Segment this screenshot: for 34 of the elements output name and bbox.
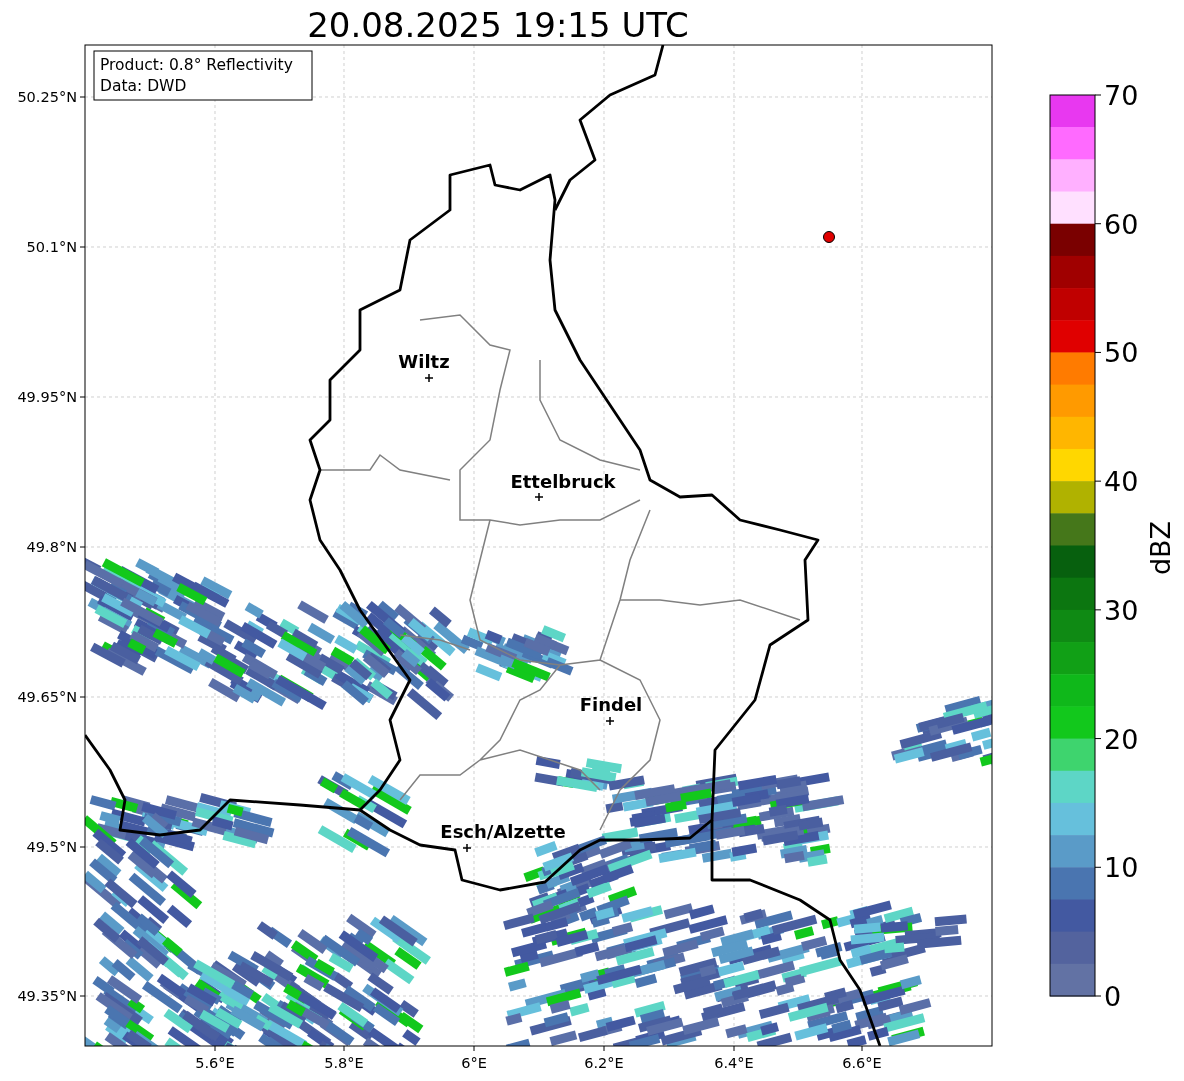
colorbar-tick-label: 0	[1104, 981, 1122, 1012]
axis-tick-label: 49.8°N	[26, 539, 77, 555]
city-marker-icon	[462, 843, 472, 853]
axis-tick-label: 6.6°E	[842, 1055, 882, 1071]
chart-title: 20.08.2025 19:15 UTC	[307, 5, 689, 45]
axis-tick-label: 6.2°E	[584, 1055, 624, 1071]
city-label: Findel	[579, 694, 643, 715]
axis-tick-label: 49.95°N	[17, 389, 77, 405]
city-marker-icon	[605, 716, 615, 726]
info-text: Data: DWD	[100, 77, 187, 95]
axis-tick-label: 5.8°E	[324, 1055, 364, 1071]
colorbar-tick-label: 50	[1104, 337, 1139, 369]
city-marker-icon	[424, 373, 434, 383]
city-label: Wiltz	[398, 351, 450, 372]
colorbar-tick-label: 10	[1104, 852, 1139, 884]
axis-tick-label: 6.4°E	[714, 1055, 754, 1071]
colorbar-tick-label: 40	[1104, 466, 1139, 498]
colorbar-label: dBZ	[1145, 520, 1176, 576]
axis-tick-label: 49.35°N	[17, 988, 77, 1004]
axis-tick-label: 5.6°E	[195, 1055, 235, 1071]
axis-tick-label: 49.5°N	[26, 839, 77, 855]
axis-tick-label: 50.25°N	[17, 89, 77, 105]
axis-tick-label: 6°E	[461, 1055, 487, 1071]
colorbar-tick-label: 20	[1104, 723, 1139, 755]
axis-tick-label: 49.65°N	[17, 689, 77, 705]
city-label: Ettelbruck	[510, 471, 616, 492]
info-text: Product: 0.8° Reflectivity	[100, 56, 293, 74]
axis-tick-label: 50.1°N	[26, 239, 77, 255]
location-marker	[823, 231, 835, 243]
city-marker-icon	[534, 492, 544, 502]
colorbar-tick-label: 60	[1104, 208, 1139, 240]
colorbar-tick-label: 70	[1104, 80, 1139, 111]
colorbar-tick-label: 30	[1104, 594, 1139, 626]
city-label: Esch/Alzette	[440, 821, 566, 842]
